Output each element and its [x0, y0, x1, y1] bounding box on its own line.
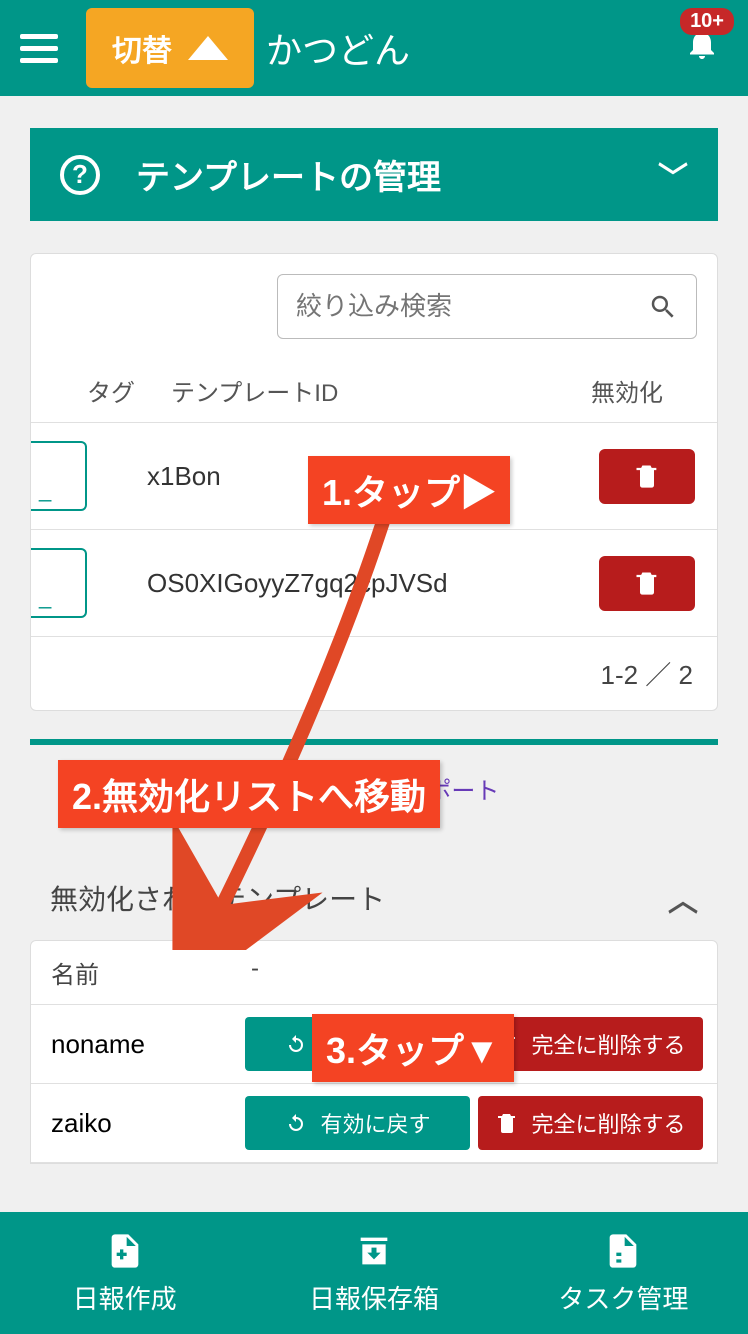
notifications-button[interactable]: 10+: [684, 26, 720, 67]
divider: [30, 739, 718, 745]
disabled-title: 無効化されたテンプレート: [50, 878, 385, 918]
search-box[interactable]: [277, 274, 697, 339]
file-plus-icon: [105, 1231, 145, 1271]
tag-handle[interactable]: [31, 548, 87, 618]
disabled-name: noname: [45, 1029, 245, 1060]
annotation-2: 2.無効化リストへ移動: [58, 760, 440, 828]
pager: 1-2 ／ 2: [31, 636, 717, 710]
restore-label: 有効に戻す: [320, 1107, 430, 1139]
search-icon: [648, 292, 678, 322]
help-icon[interactable]: ?: [60, 155, 100, 195]
bottom-nav: 日報作成 日報保存箱 タスク管理: [0, 1212, 748, 1334]
th-disable: 無効化: [557, 373, 697, 408]
trash-icon: [633, 462, 661, 490]
delete-button[interactable]: 完全に削除する: [478, 1096, 703, 1150]
disabled-table-header: 名前 -: [31, 941, 717, 1005]
chevron-down-icon: ﹀: [658, 153, 688, 197]
switch-label: 切替: [112, 26, 172, 70]
refresh-icon: [284, 1111, 308, 1135]
th-id: テンプレートID: [171, 373, 557, 408]
th-tag: タグ: [51, 373, 171, 408]
th-name: 名前: [51, 955, 251, 990]
template-id: OS0XIGoyyZ7gq2cpJVSd: [147, 568, 599, 599]
nav-label: タスク管理: [558, 1279, 688, 1316]
delete-label: 完全に削除する: [531, 1107, 685, 1139]
chevron-up-icon: ︿: [668, 876, 698, 920]
disabled-row: zaiko 有効に戻す 完全に削除する: [31, 1084, 717, 1163]
archive-icon: [354, 1231, 394, 1271]
app-title: かつどん: [266, 22, 410, 74]
tag-handle[interactable]: [31, 441, 87, 511]
notification-badge: 10+: [680, 8, 734, 35]
menu-icon[interactable]: [20, 34, 58, 63]
delete-label: 完全に削除する: [531, 1028, 685, 1060]
nav-label: 日報作成: [73, 1279, 177, 1316]
trash-icon: [495, 1111, 519, 1135]
trash-icon: [633, 569, 661, 597]
disable-button[interactable]: [599, 556, 695, 611]
disabled-header[interactable]: 無効化されたテンプレート ︿: [30, 866, 718, 930]
nav-create[interactable]: 日報作成: [0, 1212, 249, 1334]
nav-label: 日報保存箱: [309, 1279, 439, 1316]
th-dash: -: [251, 955, 697, 990]
nav-saved[interactable]: 日報保存箱: [249, 1212, 498, 1334]
top-bar: 切替 かつどん 10+: [0, 0, 748, 96]
switch-button[interactable]: 切替: [86, 8, 254, 88]
triangle-up-icon: [188, 36, 228, 60]
refresh-icon: [284, 1032, 308, 1056]
table-row[interactable]: OS0XIGoyyZ7gq2cpJVSd: [31, 529, 717, 636]
search-row: [31, 254, 717, 359]
search-input[interactable]: [296, 291, 648, 322]
page-title: テンプレートの管理: [136, 150, 441, 199]
disable-button[interactable]: [599, 449, 695, 504]
annotation-1: 1.タップ▶: [308, 456, 510, 524]
nav-task[interactable]: タスク管理: [499, 1212, 748, 1334]
page-header[interactable]: ? テンプレートの管理 ﹀: [30, 128, 718, 221]
table-header: タグ テンプレートID 無効化: [31, 359, 717, 422]
restore-button[interactable]: 有効に戻す: [245, 1096, 470, 1150]
annotation-3: 3.タップ▼: [312, 1014, 514, 1082]
disabled-name: zaiko: [45, 1108, 245, 1139]
task-icon: [603, 1231, 643, 1271]
